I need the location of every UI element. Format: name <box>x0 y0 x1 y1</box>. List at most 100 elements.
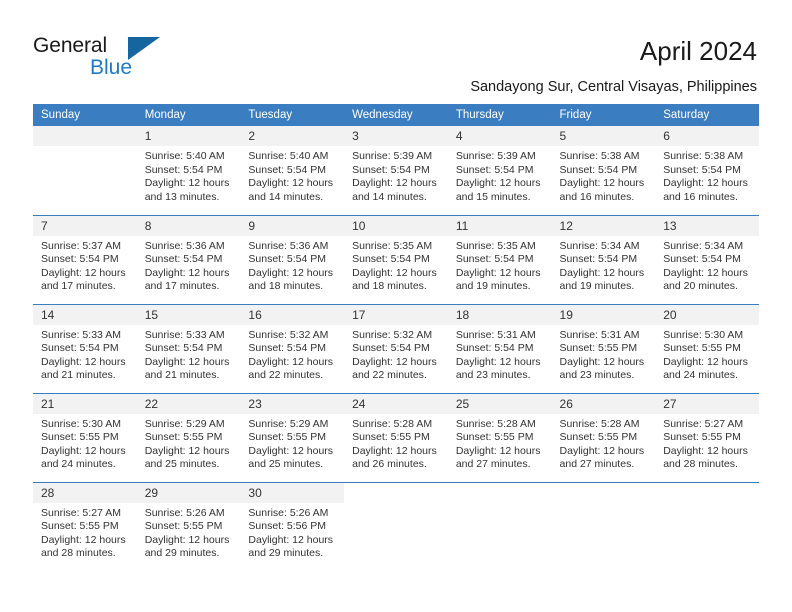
daylight-duration-line1: Daylight: 12 hours <box>41 444 126 457</box>
day-number: 21 <box>33 393 137 414</box>
day-details: Sunrise: 5:31 AM Sunset: 5:55 PM Daylight:… <box>552 325 656 383</box>
sunrise-time: Sunrise: 5:38 AM <box>559 150 640 162</box>
calendar-day-cell[interactable]: 26 Sunrise: 5:28 AM Sunset: 5:55 PM Dayligh… <box>551 392 656 482</box>
daylight-duration-line2: and 19 minutes. <box>559 280 635 293</box>
sunrise-time: Sunrise: 5:26 AM <box>248 506 329 519</box>
calendar-day-cell[interactable]: 12 Sunrise: 5:34 AM Sunset: 5:54 PM Dayligh… <box>551 214 656 304</box>
calendar-day-cell[interactable]: 19 Sunrise: 5:31 AM Sunset: 5:55 PM Dayligh… <box>551 303 656 393</box>
weekday-header-saturday: Saturday <box>655 104 759 126</box>
day-cell-inner <box>33 126 137 215</box>
sunset-time: Sunset: 5:54 PM <box>352 253 430 266</box>
sunrise-time: Sunrise: 5:35 AM <box>352 239 433 252</box>
sunset-time: Sunset: 5:56 PM <box>248 520 327 533</box>
calendar-week-row: 1 Sunrise: 5:40 AM Sunset: 5:54 PM Daylight… <box>33 126 759 215</box>
calendar-empty-cell <box>447 481 552 571</box>
sunrise-time: Sunrise: 5:32 AM <box>248 328 329 341</box>
sunrise-time: Sunrise: 5:39 AM <box>352 150 433 162</box>
calendar-day-cell[interactable]: 28 Sunrise: 5:27 AM Sunset: 5:55 PM Dayligh… <box>33 481 137 571</box>
day-number: 6 <box>655 126 759 146</box>
calendar-day-cell[interactable]: 4 Sunrise: 5:39 AM Sunset: 5:54 PM Daylight… <box>447 126 552 215</box>
calendar-day-cell[interactable]: 24 Sunrise: 5:28 AM Sunset: 5:55 PM Dayligh… <box>344 392 448 482</box>
sunset-time: Sunset: 5:55 PM <box>455 431 534 444</box>
daylight-duration-line1: Daylight: 12 hours <box>663 177 748 190</box>
day-cell-inner: 27 Sunrise: 5:27 AM Sunset: 5:55 PM Dayligh… <box>655 393 759 482</box>
daylight-duration-line1: Daylight: 12 hours <box>41 533 126 546</box>
day-details: Sunrise: 5:40 AM Sunset: 5:54 PM Daylight:… <box>137 146 241 204</box>
calendar-day-cell[interactable]: 6 Sunrise: 5:38 AM Sunset: 5:54 PM Daylight… <box>655 126 759 215</box>
calendar-day-cell[interactable]: 16 Sunrise: 5:32 AM Sunset: 5:54 PM Dayligh… <box>240 303 345 393</box>
daylight-duration-line2: and 16 minutes. <box>559 190 635 203</box>
daylight-duration-line1: Daylight: 12 hours <box>144 444 230 457</box>
calendar-day-cell[interactable]: 23 Sunrise: 5:29 AM Sunset: 5:55 PM Dayligh… <box>240 392 345 482</box>
calendar-day-cell[interactable]: 17 Sunrise: 5:32 AM Sunset: 5:54 PM Dayligh… <box>344 303 448 393</box>
daylight-duration-line1: Daylight: 12 hours <box>559 444 645 457</box>
calendar-day-cell[interactable]: 1 Sunrise: 5:40 AM Sunset: 5:54 PM Daylight… <box>136 126 241 215</box>
day-details: Sunrise: 5:38 AM Sunset: 5:54 PM Daylight:… <box>552 146 656 204</box>
calendar-day-cell[interactable]: 15 Sunrise: 5:33 AM Sunset: 5:54 PM Dayligh… <box>136 303 241 393</box>
calendar-day-cell[interactable]: 2 Sunrise: 5:40 AM Sunset: 5:54 PM Daylight… <box>240 126 345 215</box>
sunset-time: Sunset: 5:54 PM <box>144 253 223 266</box>
weekday-header-monday: Monday <box>136 104 241 126</box>
day-details: Sunrise: 5:34 AM Sunset: 5:54 PM Daylight:… <box>655 236 759 294</box>
day-cell-inner: 15 Sunrise: 5:33 AM Sunset: 5:54 PM Dayligh… <box>136 304 241 393</box>
daylight-duration-line2: and 29 minutes. <box>144 547 220 560</box>
sunrise-sunset-calendar-table: Sunday Monday Tuesday Wednesday Thursday… <box>33 104 759 571</box>
sunrise-time: Sunrise: 5:40 AM <box>144 150 225 162</box>
sunset-time: Sunset: 5:55 PM <box>144 431 223 444</box>
calendar-day-cell[interactable]: 22 Sunrise: 5:29 AM Sunset: 5:55 PM Dayligh… <box>136 392 241 482</box>
calendar-day-cell[interactable]: 29 Sunrise: 5:26 AM Sunset: 5:55 PM Dayligh… <box>136 481 241 571</box>
calendar-body: 1 Sunrise: 5:40 AM Sunset: 5:54 PM Daylight… <box>33 126 759 571</box>
calendar-day-cell[interactable]: 18 Sunrise: 5:31 AM Sunset: 5:54 PM Dayligh… <box>447 303 552 393</box>
calendar-day-cell[interactable]: 27 Sunrise: 5:27 AM Sunset: 5:55 PM Dayligh… <box>655 392 759 482</box>
calendar-day-cell[interactable]: 10 Sunrise: 5:35 AM Sunset: 5:54 PM Dayligh… <box>344 214 448 304</box>
day-number: 29 <box>136 482 241 503</box>
calendar-week-row: 28 Sunrise: 5:27 AM Sunset: 5:55 PM Dayligh… <box>33 481 759 572</box>
day-number: 22 <box>136 393 241 414</box>
daylight-duration-line1: Daylight: 12 hours <box>559 266 645 279</box>
day-details: Sunrise: 5:37 AM Sunset: 5:54 PM Daylight:… <box>33 236 137 294</box>
calendar-day-cell[interactable]: 7 Sunrise: 5:37 AM Sunset: 5:54 PM Daylight… <box>33 214 137 304</box>
day-number <box>344 482 448 503</box>
day-cell-inner: 18 Sunrise: 5:31 AM Sunset: 5:54 PM Dayligh… <box>447 304 552 393</box>
daylight-duration-line1: Daylight: 12 hours <box>663 266 748 279</box>
day-cell-inner: 20 Sunrise: 5:30 AM Sunset: 5:55 PM Dayligh… <box>655 304 759 393</box>
day-number: 13 <box>655 215 759 236</box>
sunset-time: Sunset: 5:55 PM <box>248 431 327 444</box>
day-cell-inner: 12 Sunrise: 5:34 AM Sunset: 5:54 PM Dayligh… <box>551 215 656 304</box>
calendar-day-cell[interactable]: 9 Sunrise: 5:36 AM Sunset: 5:54 PM Daylight… <box>240 214 345 304</box>
day-cell-inner: 7 Sunrise: 5:37 AM Sunset: 5:54 PM Daylight… <box>33 215 137 304</box>
sunrise-time: Sunrise: 5:36 AM <box>248 239 329 252</box>
sunset-time: Sunset: 5:54 PM <box>455 253 534 266</box>
day-details: Sunrise: 5:40 AM Sunset: 5:54 PM Daylight:… <box>240 146 344 204</box>
sunset-time: Sunset: 5:54 PM <box>352 163 430 176</box>
calendar-day-cell[interactable]: 3 Sunrise: 5:39 AM Sunset: 5:54 PM Daylight… <box>344 126 448 215</box>
calendar-day-cell[interactable]: 25 Sunrise: 5:28 AM Sunset: 5:55 PM Dayligh… <box>447 392 552 482</box>
sunrise-time: Sunrise: 5:35 AM <box>455 239 536 252</box>
day-details: Sunrise: 5:32 AM Sunset: 5:54 PM Daylight:… <box>240 325 344 383</box>
day-cell-inner: 25 Sunrise: 5:28 AM Sunset: 5:55 PM Dayligh… <box>447 393 552 482</box>
sunset-time: Sunset: 5:54 PM <box>455 342 534 355</box>
sunrise-time: Sunrise: 5:30 AM <box>663 328 744 341</box>
sunrise-time: Sunrise: 5:39 AM <box>455 150 536 162</box>
day-details: Sunrise: 5:29 AM Sunset: 5:55 PM Daylight:… <box>240 414 344 472</box>
sunset-time: Sunset: 5:54 PM <box>559 253 638 266</box>
day-number: 7 <box>33 215 137 236</box>
calendar-day-cell[interactable]: 20 Sunrise: 5:30 AM Sunset: 5:55 PM Dayligh… <box>655 303 759 393</box>
day-number: 20 <box>655 304 759 325</box>
calendar-day-cell[interactable]: 30 Sunrise: 5:26 AM Sunset: 5:56 PM Dayligh… <box>240 481 345 572</box>
daylight-duration-line1: Daylight: 12 hours <box>455 444 541 457</box>
day-cell-inner: 30 Sunrise: 5:26 AM Sunset: 5:56 PM Dayligh… <box>240 482 345 572</box>
calendar-day-cell[interactable]: 21 Sunrise: 5:30 AM Sunset: 5:55 PM Dayligh… <box>33 392 137 482</box>
calendar-day-cell[interactable]: 5 Sunrise: 5:38 AM Sunset: 5:54 PM Daylight… <box>551 126 656 215</box>
calendar-day-cell[interactable]: 8 Sunrise: 5:36 AM Sunset: 5:54 PM Daylight… <box>136 214 241 304</box>
daylight-duration-line2: and 18 minutes. <box>248 280 324 293</box>
calendar-day-cell[interactable]: 11 Sunrise: 5:35 AM Sunset: 5:54 PM Dayligh… <box>447 214 552 304</box>
day-number <box>551 482 656 503</box>
sunset-time: Sunset: 5:54 PM <box>248 163 327 176</box>
calendar-day-cell[interactable]: 14 Sunrise: 5:33 AM Sunset: 5:54 PM Dayligh… <box>33 303 137 393</box>
day-details: Sunrise: 5:28 AM Sunset: 5:55 PM Daylight:… <box>552 414 656 472</box>
sunrise-time: Sunrise: 5:30 AM <box>41 417 121 430</box>
calendar-day-cell[interactable]: 13 Sunrise: 5:34 AM Sunset: 5:54 PM Dayligh… <box>655 214 759 304</box>
sunrise-time: Sunrise: 5:38 AM <box>663 150 744 162</box>
daylight-duration-line1: Daylight: 12 hours <box>248 266 334 279</box>
